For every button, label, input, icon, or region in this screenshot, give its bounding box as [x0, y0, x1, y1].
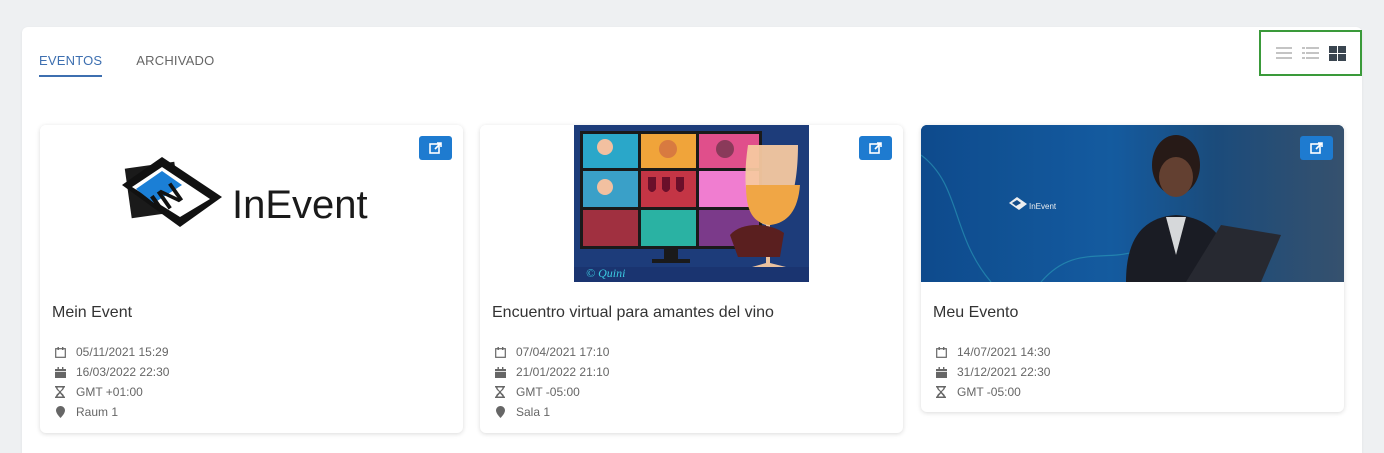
detailed-list-icon	[1302, 47, 1319, 59]
event-title: Encuentro virtual para amantes del vino	[492, 304, 774, 321]
grid-icon	[1329, 45, 1346, 61]
event-title: Meu Evento	[933, 304, 1019, 321]
external-link-icon	[868, 142, 882, 154]
tab-eventos[interactable]: EVENTOS	[39, 53, 103, 77]
inevent-banner-photo: InEvent	[921, 125, 1344, 282]
event-meta: 07/04/2021 17:10 21/01/2022 21:10 GMT -0…	[494, 342, 903, 433]
open-external-button[interactable]	[859, 136, 892, 160]
event-timezone: GMT -05:00	[935, 382, 1344, 402]
detailed-list-view-button[interactable]	[1302, 45, 1320, 61]
event-meta: 14/07/2021 14:30 31/12/2021 22:30 GMT -0…	[935, 342, 1344, 412]
hourglass-icon	[54, 386, 66, 398]
event-end: 31/12/2021 22:30	[935, 362, 1344, 382]
event-start: 05/11/2021 15:29	[54, 342, 463, 362]
external-link-icon	[1309, 142, 1323, 154]
event-card[interactable]: © Quini Encuentro virtual para amantes d…	[480, 125, 903, 433]
map-pin-icon	[54, 406, 66, 418]
event-card[interactable]: IN InEvent Mein Event 05/11/2021 15:29 1…	[40, 125, 463, 433]
tabs: EVENTOS ARCHIVADO	[39, 53, 214, 77]
event-location: Sala 1	[494, 402, 903, 422]
calendar-filled-icon	[54, 366, 66, 378]
hourglass-icon	[935, 386, 947, 398]
event-start: 07/04/2021 17:10	[494, 342, 903, 362]
inevent-logo: IN InEvent	[122, 157, 368, 227]
list-view-button[interactable]	[1275, 45, 1293, 61]
grid-view-button[interactable]	[1329, 45, 1347, 61]
calendar-outline-icon	[54, 346, 66, 358]
event-timezone: GMT -05:00	[494, 382, 903, 402]
event-start: 14/07/2021 14:30	[935, 342, 1344, 362]
event-image: © Quini	[480, 125, 903, 282]
svg-text:InEvent: InEvent	[232, 183, 368, 227]
event-image: InEvent	[921, 125, 1344, 282]
open-external-button[interactable]	[419, 136, 452, 160]
calendar-outline-icon	[494, 346, 506, 358]
open-external-button[interactable]	[1300, 136, 1333, 160]
list-icon	[1275, 47, 1292, 59]
calendar-filled-icon	[935, 366, 947, 378]
event-meta: 05/11/2021 15:29 16/03/2022 22:30 GMT +0…	[54, 342, 463, 433]
external-link-icon	[428, 142, 442, 154]
event-image: IN InEvent	[40, 125, 463, 282]
calendar-filled-icon	[494, 366, 506, 378]
event-timezone: GMT +01:00	[54, 382, 463, 402]
map-pin-icon	[494, 406, 506, 418]
svg-text:© Quini: © Quini	[586, 266, 625, 280]
event-end: 16/03/2022 22:30	[54, 362, 463, 382]
calendar-outline-icon	[935, 346, 947, 358]
event-title: Mein Event	[52, 304, 133, 321]
tab-archivado[interactable]: ARCHIVADO	[136, 53, 214, 77]
view-mode-toggle	[1259, 30, 1362, 76]
event-card[interactable]: InEvent Meu Evento 14/07/2021 14:30 31/1…	[921, 125, 1344, 412]
event-end: 21/01/2022 21:10	[494, 362, 903, 382]
event-location: Raum 1	[54, 402, 463, 422]
hourglass-icon	[494, 386, 506, 398]
wine-video-call-illustration: © Quini	[574, 125, 809, 282]
